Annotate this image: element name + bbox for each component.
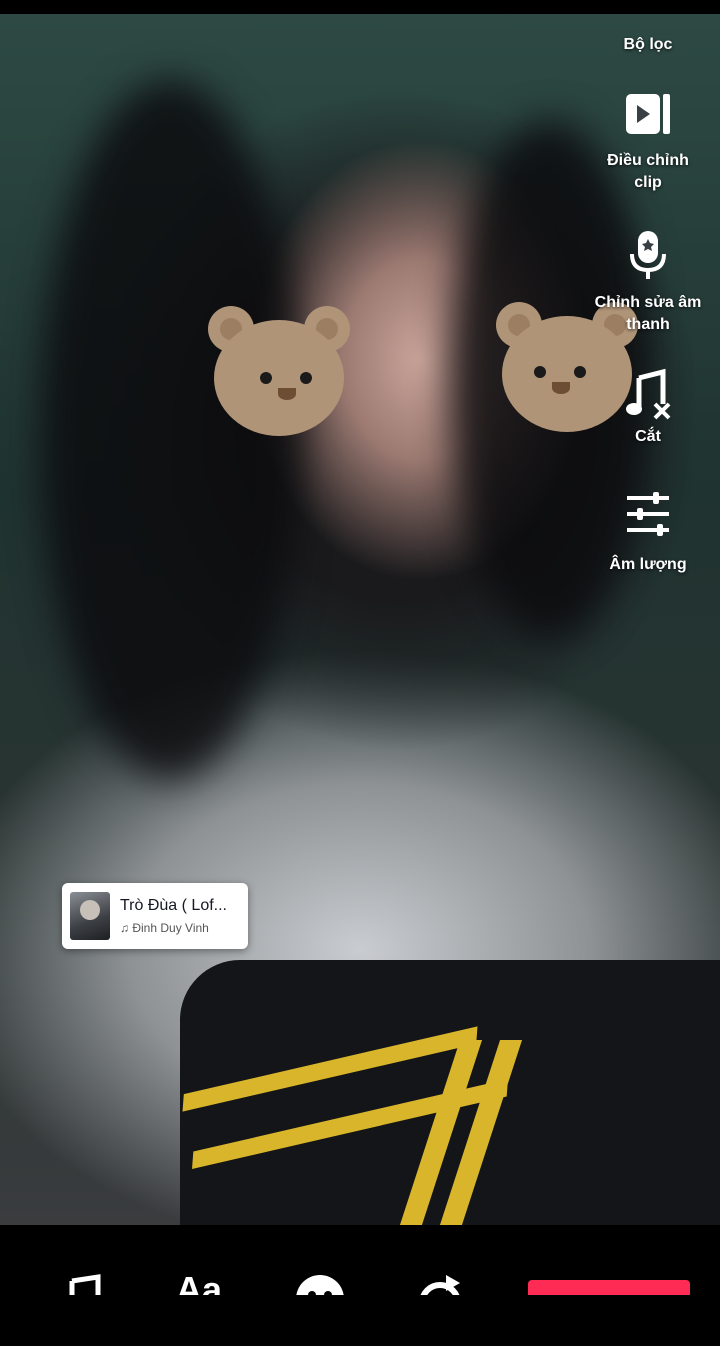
tool-edit-audio[interactable]: Chỉnh sửa âm thanh xyxy=(588,228,708,336)
tool-filters[interactable]: Bộ lọc xyxy=(588,14,708,56)
bottom-cutoff xyxy=(0,1295,720,1346)
tool-volume-label: Âm lượng xyxy=(609,556,687,573)
music-card[interactable]: Trò Đùa ( Lof... ♫ Đinh Duy Vinh xyxy=(62,883,248,949)
tool-adjust-clip[interactable]: Điều chỉnh clip xyxy=(588,88,708,194)
music-artist: ♫ Đinh Duy Vinh xyxy=(120,921,227,935)
bottom-toolbar: Aa xyxy=(0,1225,720,1346)
music-song-title: Trò Đùa ( Lof... xyxy=(120,897,227,914)
tool-trim-sound-label: Cắt xyxy=(635,428,661,445)
tool-filters-label: Bộ lọc xyxy=(623,36,673,53)
voice-effects-icon xyxy=(630,231,666,279)
tool-volume[interactable]: Âm lượng xyxy=(588,488,708,576)
bear-sticker-left[interactable] xyxy=(208,306,350,436)
music-artist-name: Đinh Duy Vinh xyxy=(132,921,209,935)
music-note-icon: ♫ xyxy=(120,921,129,935)
status-bar xyxy=(0,0,720,14)
adjust-clip-icon xyxy=(626,94,670,134)
trim-sound-icon xyxy=(626,368,671,420)
tool-adjust-clip-label: Điều chỉnh clip xyxy=(607,152,689,191)
tool-edit-audio-label: Chỉnh sửa âm thanh xyxy=(594,294,702,333)
tool-trim-sound[interactable]: Cắt xyxy=(588,368,708,448)
volume-sliders-icon xyxy=(627,492,669,536)
music-cover xyxy=(70,892,110,940)
